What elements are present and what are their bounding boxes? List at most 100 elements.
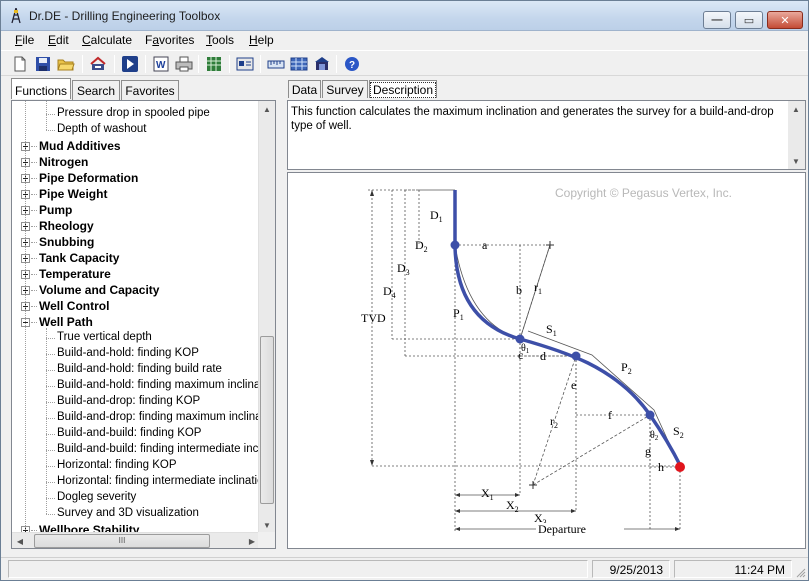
tree-item[interactable]: Horizontal: finding KOP bbox=[12, 458, 260, 474]
close-button[interactable]: ✕ bbox=[767, 11, 803, 29]
tree-category[interactable]: Nitrogen bbox=[12, 154, 260, 170]
tree-item-label: Dogleg severity bbox=[57, 491, 137, 503]
target-endpoint-marker bbox=[675, 462, 685, 472]
print-setup-icon bbox=[90, 56, 106, 70]
save-button[interactable] bbox=[33, 54, 53, 74]
tree-item-label: Depth of washout bbox=[57, 123, 147, 135]
export-word-button[interactable]: W bbox=[151, 54, 171, 74]
tab-survey[interactable]: Survey bbox=[322, 80, 368, 98]
scroll-left-icon[interactable]: ◀ bbox=[12, 533, 28, 548]
tree-category[interactable]: Rheology bbox=[12, 218, 260, 234]
open-folder-button[interactable] bbox=[56, 54, 76, 74]
label-departure: Departure bbox=[538, 522, 586, 536]
tree-category[interactable]: Snubbing bbox=[12, 234, 260, 250]
menu-edit[interactable]: Edit bbox=[48, 33, 69, 47]
tree-item[interactable]: Build-and-hold: finding KOP bbox=[12, 346, 260, 362]
description-panel[interactable]: This function calculates the maximum inc… bbox=[287, 100, 806, 170]
tree-item-label: Build-and-hold: finding KOP bbox=[57, 347, 199, 359]
tree-horizontal-scrollbar[interactable]: ◀ III ▶ bbox=[12, 532, 260, 548]
save-icon bbox=[36, 57, 50, 71]
tree-category[interactable]: Pipe Weight bbox=[12, 186, 260, 202]
menu-tools[interactable]: Tools bbox=[206, 33, 234, 47]
tree-item[interactable]: Build-and-drop: finding maximum inclinat… bbox=[12, 410, 260, 426]
tree-category[interactable]: Well Control bbox=[12, 298, 260, 314]
hscroll-thumb[interactable]: III bbox=[34, 534, 210, 548]
tree-category[interactable]: Mud Additives bbox=[12, 138, 260, 154]
tree-item[interactable]: Build-and-hold: finding build rate bbox=[12, 362, 260, 378]
menu-bar: File Edit Calculate Favorites Tools Help bbox=[1, 31, 808, 50]
label-d4: D4 bbox=[383, 284, 396, 300]
tree-item[interactable]: Pressure drop in spooled pipe bbox=[12, 106, 260, 122]
tab-favorites[interactable]: Favorites bbox=[121, 80, 179, 100]
menu-favorites[interactable]: Favorites bbox=[145, 33, 194, 47]
menu-calculate[interactable]: Calculate bbox=[82, 33, 132, 47]
tree-category[interactable]: Well Path bbox=[12, 314, 260, 330]
tree-item-label: Horizontal: finding intermediate inclina… bbox=[57, 475, 260, 487]
help-button[interactable]: ? bbox=[342, 54, 362, 74]
well-path-diagram-panel: Copyright © Pegasus Vertex, Inc. D1 D2 D… bbox=[287, 172, 806, 549]
print-setup-button[interactable] bbox=[88, 54, 108, 74]
menu-help[interactable]: Help bbox=[249, 33, 274, 47]
tree-item[interactable]: Build-and-build: finding KOP bbox=[12, 426, 260, 442]
title-bar[interactable]: Dr.DE - Drilling Engineering Toolbox — ▭… bbox=[1, 1, 808, 31]
tree-item[interactable]: True vertical depth bbox=[12, 330, 260, 346]
about-button[interactable] bbox=[312, 54, 332, 74]
tree-item[interactable]: Build-and-hold: finding maximum inclinat… bbox=[12, 378, 260, 394]
scroll-up-icon[interactable]: ▲ bbox=[259, 101, 275, 117]
tab-search[interactable]: Search bbox=[72, 80, 120, 100]
new-document-button[interactable] bbox=[10, 54, 30, 74]
export-excel-button[interactable] bbox=[204, 54, 224, 74]
minimize-icon: — bbox=[711, 14, 723, 26]
tree-item-label: Survey and 3D visualization bbox=[57, 507, 199, 519]
tree-category[interactable]: Pump bbox=[12, 202, 260, 218]
tree-item[interactable]: Horizontal: finding intermediate inclina… bbox=[12, 474, 260, 490]
tab-data[interactable]: Data bbox=[288, 80, 321, 98]
label-a: a bbox=[482, 238, 488, 252]
kickoff-point-marker bbox=[450, 240, 460, 250]
tab-functions[interactable]: Functions bbox=[11, 78, 71, 99]
tree-category[interactable]: Pipe Deformation bbox=[12, 170, 260, 186]
ruler-button[interactable] bbox=[266, 54, 286, 74]
label-theta2: θ2 bbox=[650, 430, 659, 442]
tree-category[interactable]: Tank Capacity bbox=[12, 250, 260, 266]
maximize-button[interactable]: ▭ bbox=[735, 11, 763, 29]
function-tree[interactable]: Pressure drop in spooled pipe Depth of wa… bbox=[11, 100, 276, 549]
label-x2: X2 bbox=[506, 498, 519, 514]
maximize-icon: ▭ bbox=[743, 14, 755, 27]
scroll-down-icon[interactable]: ▼ bbox=[788, 153, 804, 169]
description-text: This function calculates the maximum inc… bbox=[291, 106, 774, 132]
tree-item-label: Pipe Weight bbox=[39, 187, 108, 201]
tree-category[interactable]: Volume and Capacity bbox=[12, 282, 260, 298]
resize-grip-icon[interactable] bbox=[794, 566, 806, 578]
about-icon bbox=[315, 57, 329, 70]
print-button[interactable] bbox=[174, 54, 194, 74]
tab-description[interactable]: Description bbox=[369, 80, 437, 98]
tree-item-label: Build-and-hold: finding maximum inclinat… bbox=[57, 379, 260, 391]
window-title: Dr.DE - Drilling Engineering Toolbox bbox=[29, 9, 221, 23]
scroll-up-icon[interactable]: ▲ bbox=[788, 101, 804, 117]
tree-item-label: Build-and-hold: finding build rate bbox=[57, 363, 222, 375]
scroll-corner bbox=[258, 532, 275, 548]
tree-item[interactable]: Survey and 3D visualization bbox=[12, 506, 260, 522]
scroll-down-icon[interactable]: ▼ bbox=[259, 517, 275, 533]
label-h: h bbox=[658, 460, 664, 474]
tree-item[interactable]: Dogleg severity bbox=[12, 490, 260, 506]
description-scrollbar[interactable]: ▲ ▼ bbox=[788, 101, 805, 169]
tree-item[interactable]: Build-and-build: finding intermediate in… bbox=[12, 442, 260, 458]
tree-item[interactable]: Depth of washout bbox=[12, 122, 260, 138]
tree-item-label: Nitrogen bbox=[39, 155, 89, 169]
label-d1: D1 bbox=[430, 208, 443, 224]
menu-file[interactable]: File bbox=[15, 33, 34, 47]
tree-category[interactable]: Temperature bbox=[12, 266, 260, 282]
tree-item-label: Build-and-drop: finding KOP bbox=[57, 395, 201, 407]
tree-item[interactable]: Build-and-drop: finding KOP bbox=[12, 394, 260, 410]
unit-settings-button[interactable] bbox=[235, 54, 255, 74]
scroll-thumb[interactable] bbox=[260, 336, 274, 504]
label-e: e bbox=[571, 378, 576, 392]
run-button[interactable] bbox=[120, 54, 140, 74]
tree-vertical-scrollbar[interactable]: ▲ ▼ bbox=[258, 101, 275, 533]
minimize-button[interactable]: — bbox=[703, 11, 731, 29]
label-s1: S1 bbox=[546, 322, 557, 338]
calculator-button[interactable] bbox=[289, 54, 309, 74]
tree-item-label: Well Path bbox=[39, 315, 93, 329]
